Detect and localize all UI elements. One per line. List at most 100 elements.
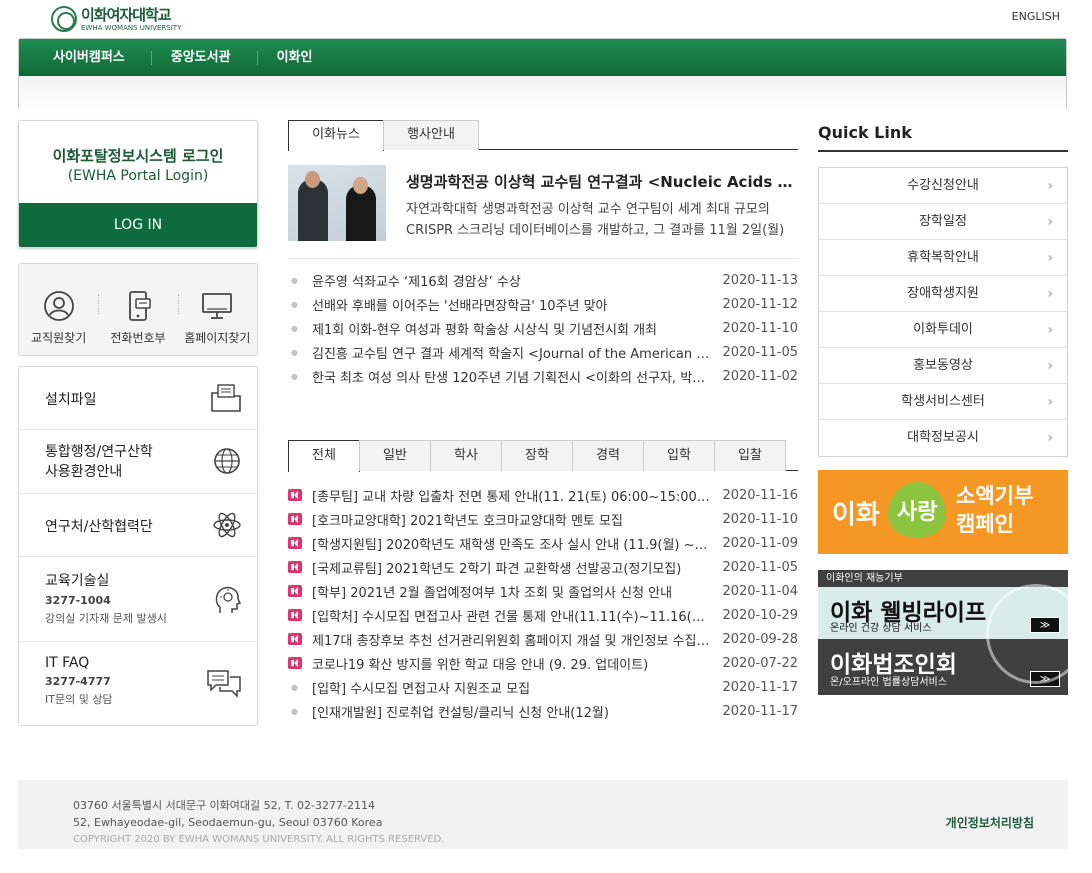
- edu-tech-link[interactable]: 교육기술실 3277-1004 강의실 기자재 문제 발생시: [19, 557, 257, 642]
- admin-env-title-line2: 사용환경안내: [45, 464, 123, 480]
- notice-title[interactable]: [입학] 수시모집 면접고사 지원조교 모집: [312, 678, 721, 697]
- news-tabs: 이화뉴스 행사안내: [288, 120, 798, 151]
- bullet-icon: ●: [291, 371, 298, 381]
- quick-link-title: Quick Link: [818, 123, 912, 142]
- notice-title[interactable]: [인재개발원] 진로취업 컨설팅/클리닉 신청 안내(12월): [312, 702, 721, 721]
- tab-events[interactable]: 행사안내: [383, 120, 479, 150]
- wellbeing-subtitle: 온라인 건강 상담 서비스: [830, 623, 932, 634]
- news-title[interactable]: 윤주영 석좌교수 ‘제16회 경암상’ 수상: [312, 271, 721, 290]
- login-button[interactable]: LOG IN: [19, 203, 257, 247]
- homepage-search-button[interactable]: 홈페이지찾기: [177, 264, 257, 355]
- admin-env-guide-link[interactable]: 통합행정/연구산학 사용환경안내: [19, 430, 257, 494]
- chevron-right-icon: ›: [1047, 430, 1053, 446]
- install-files-link[interactable]: 설치파일: [19, 367, 257, 430]
- tab-scholarship[interactable]: 장학: [501, 440, 573, 471]
- quick-link-list: 수강신청안내 › 장학일정 › 휴학복학안내 › 장애학생지원 › 이화투데이 › 홍보동…: [818, 167, 1068, 457]
- nav-item-cyber-campus[interactable]: 사이버캠퍼스: [33, 50, 151, 66]
- list-item[interactable]: ● 제1회 이화-현우 여성과 평화 학술상 시상식 및 기념전시회 개최 2020…: [288, 316, 798, 340]
- chevron-right-icon: ›: [1047, 322, 1053, 338]
- list-item[interactable]: [호크마교양대학] 2021학년도 호크마교양대학 멘토 모집 2020-11-1…: [288, 507, 798, 531]
- notice-title[interactable]: [학부] 2021년 2월 졸업예정여부 1차 조회 및 졸업의사 신청 안내: [312, 582, 721, 601]
- tab-all[interactable]: 전체: [288, 440, 360, 472]
- portal-login-panel: 이화포탈정보시스템 로그인 (EWHA Portal Login) LOG IN: [18, 120, 258, 248]
- featured-news-title[interactable]: 생명과학전공 이상혁 교수팀 연구결과 <Nucleic Acids Resea…: [406, 171, 796, 192]
- list-item[interactable]: [국제교류팀] 2021학년도 2학기 파견 교환학생 선발공고(정기모집) 20…: [288, 555, 798, 579]
- bullet-icon: ●: [291, 323, 298, 333]
- donation-campaign-banner[interactable]: 이화 사랑 소액기부 캠페인: [818, 470, 1068, 554]
- notice-date: 2020-11-10: [722, 511, 798, 527]
- news-divider: [288, 258, 798, 259]
- list-item[interactable]: ● [인재개발원] 진로취업 컨설팅/클리닉 신청 안내(12월) 2020-11-…: [288, 699, 798, 723]
- featured-news[interactable]: 생명과학전공 이상혁 교수팀 연구결과 <Nucleic Acids Resea…: [288, 165, 798, 245]
- list-item[interactable]: 코로나19 확산 방지를 위한 학교 대응 안내 (9. 29. 업데이트) 20…: [288, 651, 798, 675]
- speaker-icon: [288, 561, 302, 573]
- university-logo[interactable]: 이화여자대학교 EWHA WOMANS UNIVERSITY: [51, 6, 181, 32]
- news-title[interactable]: 김진흥 교수팀 연구 결과 세계적 학술지 <Journal of the Am…: [312, 343, 721, 362]
- news-date: 2020-11-12: [722, 296, 798, 312]
- notice-title[interactable]: 제17대 총장후보 추천 선거관리위원회 홈페이지 개설 및 개인정보 수집 안…: [312, 630, 721, 649]
- banner-campaign-text: 소액기부 캠페인: [956, 482, 1033, 538]
- quick-link-item[interactable]: 장학일정 ›: [819, 204, 1067, 240]
- tab-general[interactable]: 일반: [359, 440, 431, 471]
- nav-item-ewha-people[interactable]: 이화인: [256, 50, 339, 66]
- news-title[interactable]: 제1회 이화-현우 여성과 평화 학술상 시상식 및 기념전시회 개최: [312, 319, 721, 338]
- privacy-policy-link[interactable]: 개인정보처리방침: [946, 814, 1034, 831]
- list-item[interactable]: [학생지원팀] 2020학년도 재학생 만족도 조사 실시 안내 (11.9(월…: [288, 531, 798, 555]
- homepage-search-label: 홈페이지찾기: [184, 331, 251, 345]
- quick-link-item[interactable]: 장애학생지원 ›: [819, 276, 1067, 312]
- notice-title[interactable]: [학생지원팀] 2020학년도 재학생 만족도 조사 실시 안내 (11.9(월…: [312, 534, 721, 553]
- english-link[interactable]: ENGLISH: [1012, 10, 1060, 23]
- it-faq-link[interactable]: IT FAQ 3277-4777 IT문의 및 상담: [19, 642, 257, 725]
- speaker-icon: [288, 585, 302, 597]
- quick-link-item[interactable]: 이화투데이 ›: [819, 312, 1067, 348]
- quick-link-label: 휴학복학안내: [907, 250, 979, 265]
- it-faq-title: IT FAQ: [45, 655, 90, 671]
- research-office-link[interactable]: 연구처/산학협력단: [19, 494, 257, 557]
- news-date: 2020-11-13: [722, 272, 798, 288]
- bullet-icon: ●: [291, 299, 298, 309]
- notice-date: 2020-11-05: [722, 559, 798, 575]
- list-item[interactable]: ● 한국 최초 여성 의사 탄생 120주년 기념 기획전시 <이화의 선구자, …: [288, 364, 798, 388]
- quick-link-label: 장애학생지원: [907, 286, 979, 301]
- quick-services-panel: 설치파일 통합행정/연구산학 사용환경안내 연구처/산학협력단 교육기술실 327…: [18, 366, 258, 726]
- list-item[interactable]: [입학처] 수시모집 면접고사 관련 건물 통제 안내(11.11(수)~11.…: [288, 603, 798, 627]
- list-item[interactable]: 제17대 총장후보 추천 선거관리위원회 홈페이지 개설 및 개인정보 수집 안…: [288, 627, 798, 651]
- tab-ewha-news[interactable]: 이화뉴스: [288, 120, 384, 151]
- tab-admission[interactable]: 입학: [643, 440, 715, 471]
- news-title[interactable]: 선배와 후배를 이어주는 '선배라면장학금' 10주년 맞아: [312, 295, 721, 314]
- featured-news-desc: 자연과학대학 생명과학전공 이상혁 교수 연구팀이 세계 최대 규모의 CRIS…: [406, 202, 785, 238]
- list-item[interactable]: [학부] 2021년 2월 졸업예정여부 1차 조회 및 졸업의사 신청 안내 2…: [288, 579, 798, 603]
- notice-title[interactable]: 코로나19 확산 방지를 위한 학교 대응 안내 (9. 29. 업데이트): [312, 654, 721, 673]
- quick-link-item[interactable]: 대학정보공시 ›: [819, 420, 1067, 456]
- list-item[interactable]: ● 선배와 후배를 이어주는 '선배라면장학금' 10주년 맞아 2020-11-1…: [288, 292, 798, 316]
- quick-link-item[interactable]: 학생서비스센터 ›: [819, 384, 1067, 420]
- atom-icon: [213, 512, 241, 538]
- notice-date: 2020-10-29: [722, 607, 798, 623]
- list-item[interactable]: [총무팀] 교내 차량 입출차 전면 통제 안내(11. 21(토) 06:00…: [288, 483, 798, 507]
- phonebook-button[interactable]: 전화번호부: [98, 264, 177, 355]
- speaker-icon: [288, 609, 302, 621]
- quick-link-item[interactable]: 수강신청안내 ›: [819, 168, 1067, 204]
- notice-title[interactable]: [호크마교양대학] 2021학년도 호크마교양대학 멘토 모집: [312, 510, 721, 529]
- notice-title[interactable]: [국제교류팀] 2021학년도 2학기 파견 교환학생 선발공고(정기모집): [312, 558, 721, 577]
- news-title[interactable]: 한국 최초 여성 의사 탄생 120주년 기념 기획전시 <이화의 선구자, 박…: [312, 367, 721, 386]
- notice-date: 2020-07-22: [722, 655, 798, 671]
- notice-date: 2020-11-16: [722, 487, 798, 503]
- list-item[interactable]: ● 김진흥 교수팀 연구 결과 세계적 학술지 <Journal of the A…: [288, 340, 798, 364]
- quick-link-item[interactable]: 홍보동영상 ›: [819, 348, 1067, 384]
- staff-search-button[interactable]: 교직원찾기: [19, 264, 98, 355]
- talent-donation-banner: 이화인의 재능기부 이화 웰빙라이프 온라인 건강 상담 서비스 ≫ 이화법조인…: [818, 570, 1068, 695]
- nav-item-library[interactable]: 중앙도서관: [150, 50, 257, 66]
- quick-link-item[interactable]: 휴학복학안내 ›: [819, 240, 1067, 276]
- notice-title[interactable]: [입학처] 수시모집 면접고사 관련 건물 통제 안내(11.11(수)~11.…: [312, 606, 721, 625]
- speaker-icon: [288, 657, 302, 669]
- list-item[interactable]: ● [입학] 수시모집 면접고사 지원조교 모집 2020-11-17: [288, 675, 798, 699]
- tab-bidding[interactable]: 입찰: [714, 440, 786, 471]
- notice-tabs: 전체 일반 학사 장학 경력 입학 입찰: [288, 440, 798, 472]
- tab-academic[interactable]: 학사: [430, 440, 502, 471]
- list-item[interactable]: ● 윤주영 석좌교수 ‘제16회 경암상’ 수상 2020-11-13: [288, 268, 798, 292]
- tab-career[interactable]: 경력: [572, 440, 644, 471]
- notice-title[interactable]: [총무팀] 교내 차량 입출차 전면 통제 안내(11. 21(토) 06:00…: [312, 486, 721, 505]
- phonebook-label: 전화번호부: [110, 331, 166, 345]
- footer-address-en: 52, Ewhayeodae-gil, Seodaemun-gu, Seoul …: [73, 816, 383, 829]
